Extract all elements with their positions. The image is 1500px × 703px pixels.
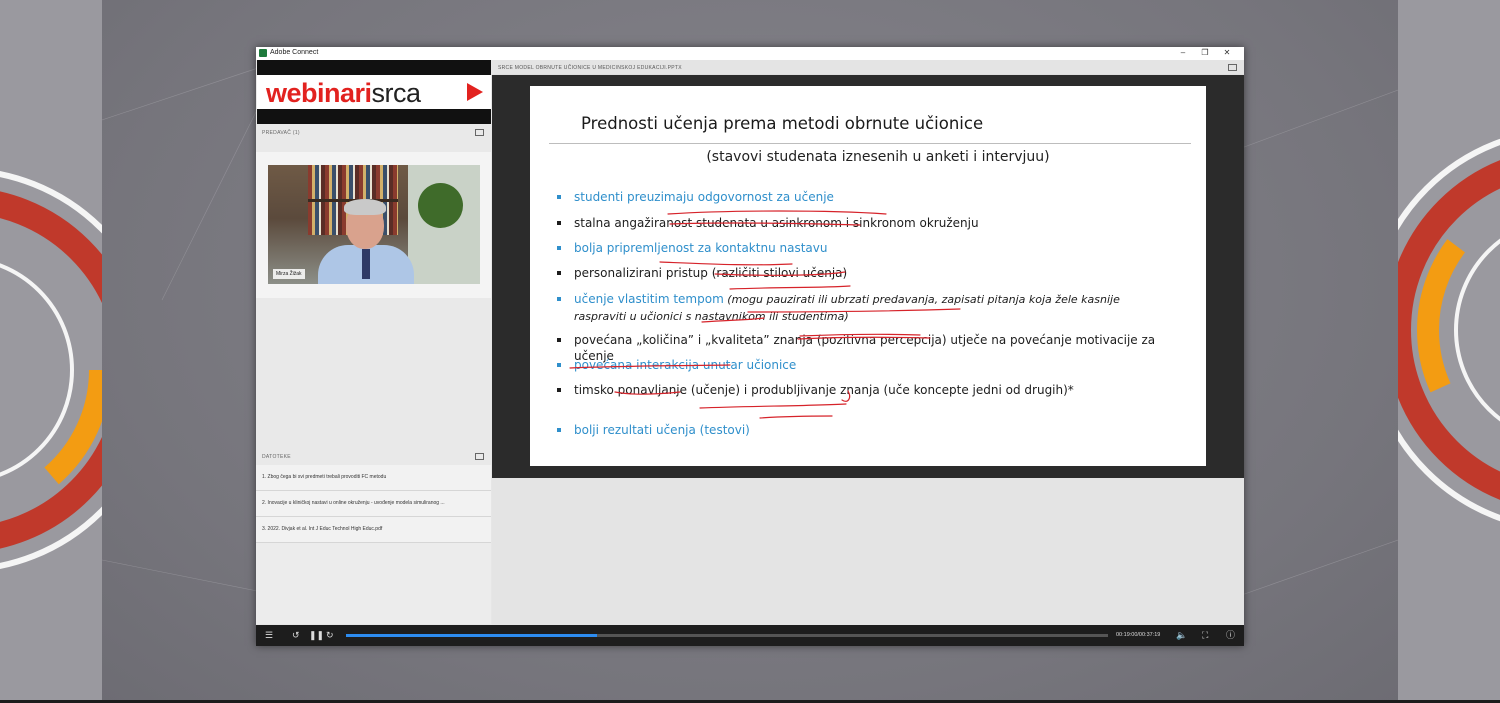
share-pod-header: SRCE MODEL OBRNUTE UČIONICE U MEDICINSKO… bbox=[492, 60, 1244, 74]
slide-bullet: bolja pripremljenost za kontaktnu nastav… bbox=[554, 240, 1174, 256]
slide-bullet: personalizirani pristup (različiti stilo… bbox=[554, 265, 1174, 281]
banner-logo: webinarisrca bbox=[266, 78, 421, 108]
webinari-srca-banner: webinarisrca bbox=[257, 60, 491, 124]
file-item[interactable]: 2. Inovacije u kliničkoj nastavi u onlin… bbox=[256, 491, 491, 517]
app-icon bbox=[259, 49, 267, 57]
slide-viewport: Prednosti učenja prema metodi obrnute uč… bbox=[492, 75, 1244, 478]
adobe-connect-window: Adobe Connect – ❐ ✕ webinarisrca PREDAVA… bbox=[256, 47, 1244, 646]
slide-divider bbox=[549, 143, 1191, 144]
close-button[interactable]: ✕ bbox=[1216, 47, 1238, 60]
playback-time: 00:19:00/00:37:19 bbox=[1116, 632, 1161, 638]
title-bar: Adobe Connect – ❐ ✕ bbox=[256, 47, 1244, 60]
ring-decor-right bbox=[1398, 138, 1500, 522]
presenter-hair bbox=[344, 199, 386, 215]
slide-title: Prednosti učenja prema metodi obrnute uč… bbox=[581, 114, 984, 133]
slide-bullet: timsko ponavljanje (učenje) i produbljiv… bbox=[554, 382, 1174, 398]
play-triangle-icon bbox=[467, 83, 483, 101]
slide-subtitle: (stavovi studenata iznesenih u anketi i … bbox=[706, 149, 1050, 165]
maximize-icon[interactable] bbox=[1228, 64, 1237, 71]
playback-bar: ☰ ↺ ❚❚ ↻ 00:19:00/00:37:19 🔈 ⛶ ⓘ bbox=[256, 625, 1244, 646]
menu-icon[interactable]: ☰ bbox=[265, 630, 273, 640]
presenter-pod: Mirza Žižak bbox=[256, 152, 491, 298]
progress-fill bbox=[346, 634, 598, 637]
volume-icon[interactable]: 🔈 bbox=[1176, 630, 1187, 640]
files-pod: 1. Zbog čega bi svi predmeti trebali pro… bbox=[256, 465, 491, 624]
presentation-slide: Prednosti učenja prema metodi obrnute uč… bbox=[530, 86, 1206, 466]
share-pod: SRCE MODEL OBRNUTE UČIONICE U MEDICINSKO… bbox=[492, 60, 1244, 625]
window-title: Adobe Connect bbox=[270, 49, 319, 56]
plant bbox=[418, 183, 463, 228]
presenter-pod-header: PREDAVAČ (1) bbox=[256, 125, 491, 139]
slide-bullet: povećana interakcija unutar učionice bbox=[554, 357, 1174, 373]
info-icon[interactable]: ⓘ bbox=[1226, 630, 1235, 640]
fullscreen-icon[interactable]: ⛶ bbox=[1202, 630, 1208, 640]
background-right-decor bbox=[1398, 0, 1500, 703]
progress-track[interactable] bbox=[346, 634, 1108, 637]
presenter-video[interactable]: Mirza Žižak bbox=[268, 165, 480, 284]
background-left-decor bbox=[0, 0, 102, 703]
share-pod-empty-area bbox=[492, 478, 1244, 625]
file-item[interactable]: 3. 2022. Divjak et al. Int J Educ Techno… bbox=[256, 517, 491, 543]
slide-bullet: bolji rezultati učenja (testovi) bbox=[554, 422, 1174, 438]
files-pod-header: DATOTEKE bbox=[256, 449, 491, 463]
left-panel: webinarisrca PREDAVAČ (1) Mirza Žižak DA… bbox=[256, 60, 491, 624]
rewind-icon[interactable]: ↺ bbox=[292, 630, 300, 640]
minimize-button[interactable]: – bbox=[1172, 47, 1194, 60]
restore-button[interactable]: ❐ bbox=[1194, 47, 1216, 60]
slide-bullet: stalna angažiranost studenata u asinkron… bbox=[554, 215, 1174, 231]
presenter-tie bbox=[362, 249, 370, 279]
ring-decor-left bbox=[0, 171, 102, 569]
files-pod-label: DATOTEKE bbox=[262, 454, 291, 460]
forward-icon[interactable]: ↻ bbox=[326, 630, 334, 640]
maximize-icon[interactable] bbox=[475, 453, 484, 460]
slide-bullet: učenje vlastitim tempom (mogu pauzirati … bbox=[554, 291, 1154, 325]
presenter-pod-label: PREDAVAČ (1) bbox=[262, 130, 300, 136]
share-pod-label: SRCE MODEL OBRNUTE UČIONICE U MEDICINSKO… bbox=[498, 65, 682, 71]
presenter-name-tag: Mirza Žižak bbox=[273, 269, 305, 279]
file-item[interactable]: 1. Zbog čega bi svi predmeti trebali pro… bbox=[256, 465, 491, 491]
slide-bullet: studenti preuzimaju odgovornost za učenj… bbox=[554, 189, 1174, 205]
pause-icon[interactable]: ❚❚ bbox=[309, 630, 324, 640]
maximize-icon[interactable] bbox=[475, 129, 484, 136]
